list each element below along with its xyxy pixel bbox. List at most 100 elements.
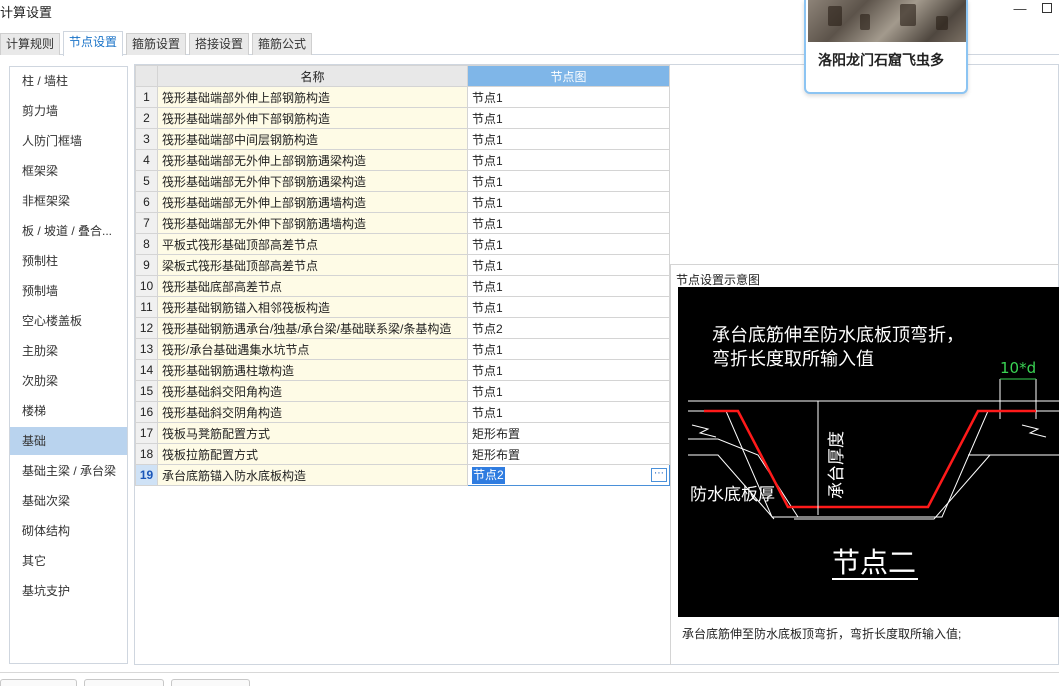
row-number: 12 xyxy=(135,317,158,339)
row-node-value[interactable]: 节点1 xyxy=(467,191,670,213)
sidebar-item-precast-wall[interactable]: 预制墙 xyxy=(10,277,127,305)
diagram-caption-line2: 弯折长度取所输入值 xyxy=(712,349,874,370)
row-node-value[interactable]: 节点2 xyxy=(467,317,670,339)
row-node-value[interactable]: 节点1 xyxy=(467,380,670,402)
table-row[interactable]: 13 筏形/承台基础遇集水坑节点 节点1 xyxy=(135,338,670,360)
tab-node-settings[interactable]: 节点设置 xyxy=(63,31,124,56)
tab-stirrup-formula[interactable]: 箍筋公式 xyxy=(252,33,313,55)
row-node-value[interactable]: 节点1 xyxy=(467,401,670,423)
column-header-node[interactable]: 节点图 xyxy=(467,65,670,87)
break-symbol-right xyxy=(1021,424,1047,438)
table-row[interactable]: 3 筏形基础端部中间层钢筋构造 节点1 xyxy=(135,128,670,150)
row-number: 14 xyxy=(135,359,158,381)
footer-button-1[interactable] xyxy=(0,679,77,686)
table-row[interactable]: 17 筏板马凳筋配置方式 矩形布置 xyxy=(135,422,670,444)
table-row[interactable]: 15 筏形基础斜交阳角构造 节点1 xyxy=(135,380,670,402)
row-number: 11 xyxy=(135,296,158,318)
row-node-value[interactable]: 节点1 xyxy=(467,233,670,255)
table-row[interactable]: 18 筏板拉筋配置方式 矩形布置 xyxy=(135,443,670,465)
sidebar-item-stairs[interactable]: 楼梯 xyxy=(10,397,127,425)
news-title[interactable]: 洛阳龙门石窟飞虫多 xyxy=(818,50,944,70)
table-row[interactable]: 2 筏形基础端部外伸下部钢筋构造 节点1 xyxy=(135,107,670,129)
table-row[interactable]: 16 筏形基础斜交阴角构造 节点1 xyxy=(135,401,670,423)
row-node-value[interactable]: 节点1 xyxy=(467,212,670,234)
row-name: 筏形/承台基础遇集水坑节点 xyxy=(157,338,468,360)
sidebar-item-civil-defense-door-frame[interactable]: 人防门框墙 xyxy=(10,127,127,155)
table-row[interactable]: 4 筏形基础端部无外伸上部钢筋遇梁构造 节点1 xyxy=(135,149,670,171)
node-settings-panel: 名称 节点图 1 筏形基础端部外伸上部钢筋构造 节点1 2 筏形基础端部外伸下部钢筋构… xyxy=(134,64,1059,665)
tab-lap-settings[interactable]: 搭接设置 xyxy=(189,33,250,55)
sidebar-item-other[interactable]: 其它 xyxy=(10,547,127,575)
table-row[interactable]: 12 筏形基础钢筋遇承台/独基/承台梁/基础联系梁/条基构造 节点2 xyxy=(135,317,670,339)
row-node-value[interactable]: 节点1 xyxy=(467,170,670,192)
table-row-selected[interactable]: 19 承台底筋锚入防水底板构造 节点2 ⋯ xyxy=(135,464,670,486)
sidebar-item-frame-beam[interactable]: 框架梁 xyxy=(10,157,127,185)
footer-button-3[interactable] xyxy=(171,679,250,686)
column-header-name[interactable]: 名称 xyxy=(157,65,468,87)
maximize-icon[interactable] xyxy=(1040,2,1054,16)
row-node-value[interactable]: 节点1 xyxy=(467,149,670,171)
sidebar-item-non-frame-beam[interactable]: 非框架梁 xyxy=(10,187,127,215)
sidebar-item-shear-wall[interactable]: 剪力墙 xyxy=(10,97,127,125)
row-number: 10 xyxy=(135,275,158,297)
row-node-value[interactable]: 节点1 xyxy=(467,107,670,129)
preview-title: 节点设置示意图 xyxy=(676,273,761,287)
row-name: 筏形基础斜交阳角构造 xyxy=(157,380,468,402)
table-row[interactable]: 9 梁板式筏形基础顶部高差节点 节点1 xyxy=(135,254,670,276)
row-node-value[interactable]: 矩形布置 xyxy=(467,443,670,465)
row-node-value[interactable]: 节点1 xyxy=(467,296,670,318)
row-name: 筏形基础端部无外伸上部钢筋遇墙构造 xyxy=(157,191,468,213)
sidebar-item-masonry[interactable]: 砌体结构 xyxy=(10,517,127,545)
row-number: 8 xyxy=(135,233,158,255)
row-number: 18 xyxy=(135,443,158,465)
row-node-value[interactable]: 节点1 xyxy=(467,275,670,297)
minimize-icon[interactable]: — xyxy=(1013,2,1027,16)
sidebar-item-hollow-floor[interactable]: 空心楼盖板 xyxy=(10,307,127,335)
sidebar-item-slab[interactable]: 板 / 坡道 / 叠合... xyxy=(10,217,127,245)
node-diagram: 承台底筋伸至防水底板顶弯折， 弯折长度取所输入值 10*d 承台厚度 防水底板厚… xyxy=(678,287,1059,617)
sidebar-item-secondary-rib-beam[interactable]: 次肋梁 xyxy=(10,367,127,395)
row-node-value[interactable]: 节点1 xyxy=(467,254,670,276)
table-row[interactable]: 1 筏形基础端部外伸上部钢筋构造 节点1 xyxy=(135,86,670,108)
sidebar-item-precast-column[interactable]: 预制柱 xyxy=(10,247,127,275)
more-options-button[interactable]: ⋯ xyxy=(651,467,667,482)
row-node-value[interactable]: 矩形布置 xyxy=(467,422,670,444)
dim-label: 10*d xyxy=(1000,359,1036,377)
row-name: 筏形基础端部中间层钢筋构造 xyxy=(157,128,468,150)
table-row[interactable]: 6 筏形基础端部无外伸上部钢筋遇墙构造 节点1 xyxy=(135,191,670,213)
tab-stirrup-settings[interactable]: 箍筋设置 xyxy=(126,33,187,55)
row-number: 6 xyxy=(135,191,158,213)
sidebar-item-foundation-secondary-beam[interactable]: 基础次梁 xyxy=(10,487,127,515)
table-row[interactable]: 11 筏形基础钢筋锚入相邻筏板构造 节点1 xyxy=(135,296,670,318)
table-row[interactable]: 7 筏形基础端部无外伸下部钢筋遇墙构造 节点1 xyxy=(135,212,670,234)
footer-button-2[interactable] xyxy=(84,679,164,686)
news-thumbnail xyxy=(808,0,966,42)
row-name: 筏形基础端部外伸下部钢筋构造 xyxy=(157,107,468,129)
row-name: 梁板式筏形基础顶部高差节点 xyxy=(157,254,468,276)
news-popup[interactable]: 洛阳龙门石窟飞虫多 xyxy=(804,0,968,94)
sidebar-item-column[interactable]: 柱 / 墙柱 xyxy=(10,67,127,95)
row-node-editor[interactable]: 节点2 ⋯ xyxy=(467,464,670,486)
table-row[interactable]: 10 筏形基础底部高差节点 节点1 xyxy=(135,275,670,297)
component-type-list: 柱 / 墙柱 剪力墙 人防门框墙 框架梁 非框架梁 板 / 坡道 / 叠合...… xyxy=(9,66,128,664)
row-name: 筏形基础斜交阴角构造 xyxy=(157,401,468,423)
sidebar-item-foundation[interactable]: 基础 xyxy=(10,427,127,455)
table-row[interactable]: 8 平板式筏形基础顶部高差节点 节点1 xyxy=(135,233,670,255)
row-number: 3 xyxy=(135,128,158,150)
table-row[interactable]: 5 筏形基础端部无外伸下部钢筋遇梁构造 节点1 xyxy=(135,170,670,192)
row-name: 筏板拉筋配置方式 xyxy=(157,443,468,465)
row-number: 9 xyxy=(135,254,158,276)
row-node-value[interactable]: 节点1 xyxy=(467,338,670,360)
row-node-value[interactable]: 节点1 xyxy=(467,128,670,150)
node-value-input[interactable]: 节点2 xyxy=(472,466,505,484)
sidebar-item-pit-support[interactable]: 基坑支护 xyxy=(10,577,127,605)
row-node-value[interactable]: 节点1 xyxy=(467,359,670,381)
waterproof-line-bottom xyxy=(794,454,991,520)
row-node-value[interactable]: 节点1 xyxy=(467,86,670,108)
row-number: 5 xyxy=(135,170,158,192)
tab-calc-rules[interactable]: 计算规则 xyxy=(0,33,61,55)
table-row[interactable]: 14 筏形基础钢筋遇柱墩构造 节点1 xyxy=(135,359,670,381)
row-name: 筏形基础端部无外伸下部钢筋遇墙构造 xyxy=(157,212,468,234)
sidebar-item-foundation-main-beam[interactable]: 基础主梁 / 承台梁 xyxy=(10,457,127,485)
sidebar-item-main-rib-beam[interactable]: 主肋梁 xyxy=(10,337,127,365)
